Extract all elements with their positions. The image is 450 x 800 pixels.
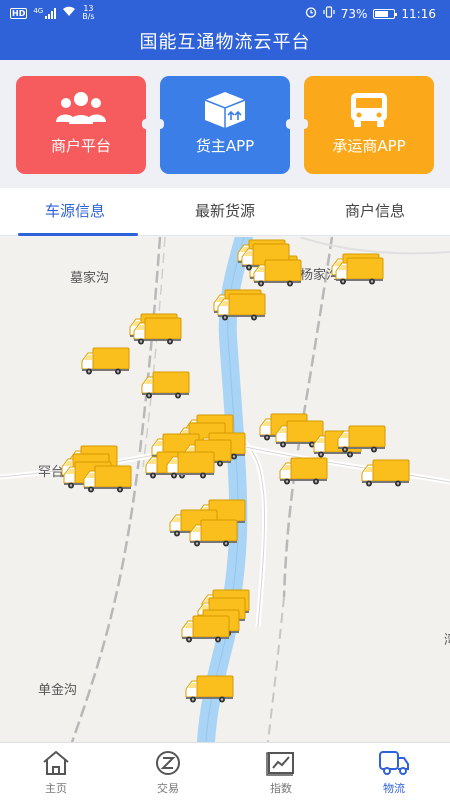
status-bar: HD 4G 13 B/s 73% 11:16 — [0, 0, 450, 26]
users-icon — [16, 90, 146, 130]
net-speed-unit: B/s — [82, 12, 95, 21]
battery-percent: 73% — [340, 6, 368, 21]
truck-marker[interactable] — [180, 615, 230, 643]
vibrate-icon — [323, 6, 335, 21]
nav-index[interactable]: 指数 — [225, 743, 337, 800]
place-label: 湾 — [444, 629, 450, 648]
nav-index-label: 指数 — [270, 782, 292, 795]
truck-front-icon — [304, 90, 434, 130]
logistics-truck-icon — [338, 749, 450, 777]
carrier-app-card[interactable]: 承运商APP — [300, 76, 434, 174]
truck-marker[interactable] — [336, 425, 386, 453]
truck-marker[interactable] — [140, 371, 190, 399]
truck-marker[interactable] — [334, 257, 384, 285]
tab-bar: 车源信息 最新货源 商户信息 — [0, 188, 450, 236]
truck-marker[interactable] — [82, 465, 132, 493]
tab-merchant-info[interactable]: 商户信息 — [300, 188, 450, 236]
map-view[interactable]: 墓家沟 杨家沟 罕台 单金沟 湾 — [0, 237, 450, 742]
truck-marker[interactable] — [165, 451, 215, 479]
nav-logistics[interactable]: 物流 — [338, 743, 450, 800]
nav-logistics-label: 物流 — [383, 782, 405, 795]
header-bar: HD 4G 13 B/s 73% 11:16 国能互通物流云平台 — [0, 0, 450, 60]
truck-marker[interactable] — [252, 259, 302, 287]
hd-badge: HD — [10, 7, 28, 19]
truck-marker[interactable] — [184, 675, 234, 703]
wifi-icon — [62, 6, 76, 20]
index-chart-icon — [225, 749, 337, 777]
truck-marker[interactable] — [216, 293, 266, 321]
exchange-icon — [112, 749, 224, 777]
place-label: 单金沟 — [38, 683, 78, 698]
clock: 11:16 — [401, 6, 436, 21]
merchant-platform-card[interactable]: 商户平台 — [16, 76, 150, 174]
place-label: 墓家沟 — [70, 271, 110, 286]
signal-icon: 4G — [33, 6, 57, 19]
tab-vehicle-sources[interactable]: 车源信息 — [0, 188, 150, 236]
truck-marker[interactable] — [360, 459, 410, 487]
nav-home[interactable]: 主页 — [0, 743, 112, 800]
battery-icon — [373, 8, 398, 19]
package-icon — [160, 90, 290, 130]
truck-marker[interactable] — [188, 519, 238, 547]
nav-home-label: 主页 — [45, 782, 67, 795]
home-icon — [0, 749, 112, 777]
shipper-app-card[interactable]: 货主APP — [156, 76, 294, 174]
alarm-icon — [305, 6, 317, 21]
net-type: 4G — [33, 6, 44, 15]
bottom-nav: 主页 交易 指数 物流 — [0, 742, 450, 800]
nav-trade-label: 交易 — [157, 782, 179, 795]
truck-marker[interactable] — [80, 347, 130, 375]
carrier-app-label: 承运商APP — [332, 137, 406, 155]
tab-latest-cargo[interactable]: 最新货源 — [150, 188, 300, 236]
entry-cards: 商户平台 货主APP 承运商APP — [0, 60, 450, 188]
nav-trade[interactable]: 交易 — [112, 743, 224, 800]
app-title: 国能互通物流云平台 — [139, 32, 311, 53]
shipper-app-label: 货主APP — [195, 137, 255, 155]
merchant-platform-label: 商户平台 — [50, 137, 111, 155]
truck-marker[interactable] — [132, 317, 182, 345]
net-speed: 13 B/s — [82, 5, 94, 21]
truck-marker[interactable] — [278, 457, 328, 485]
